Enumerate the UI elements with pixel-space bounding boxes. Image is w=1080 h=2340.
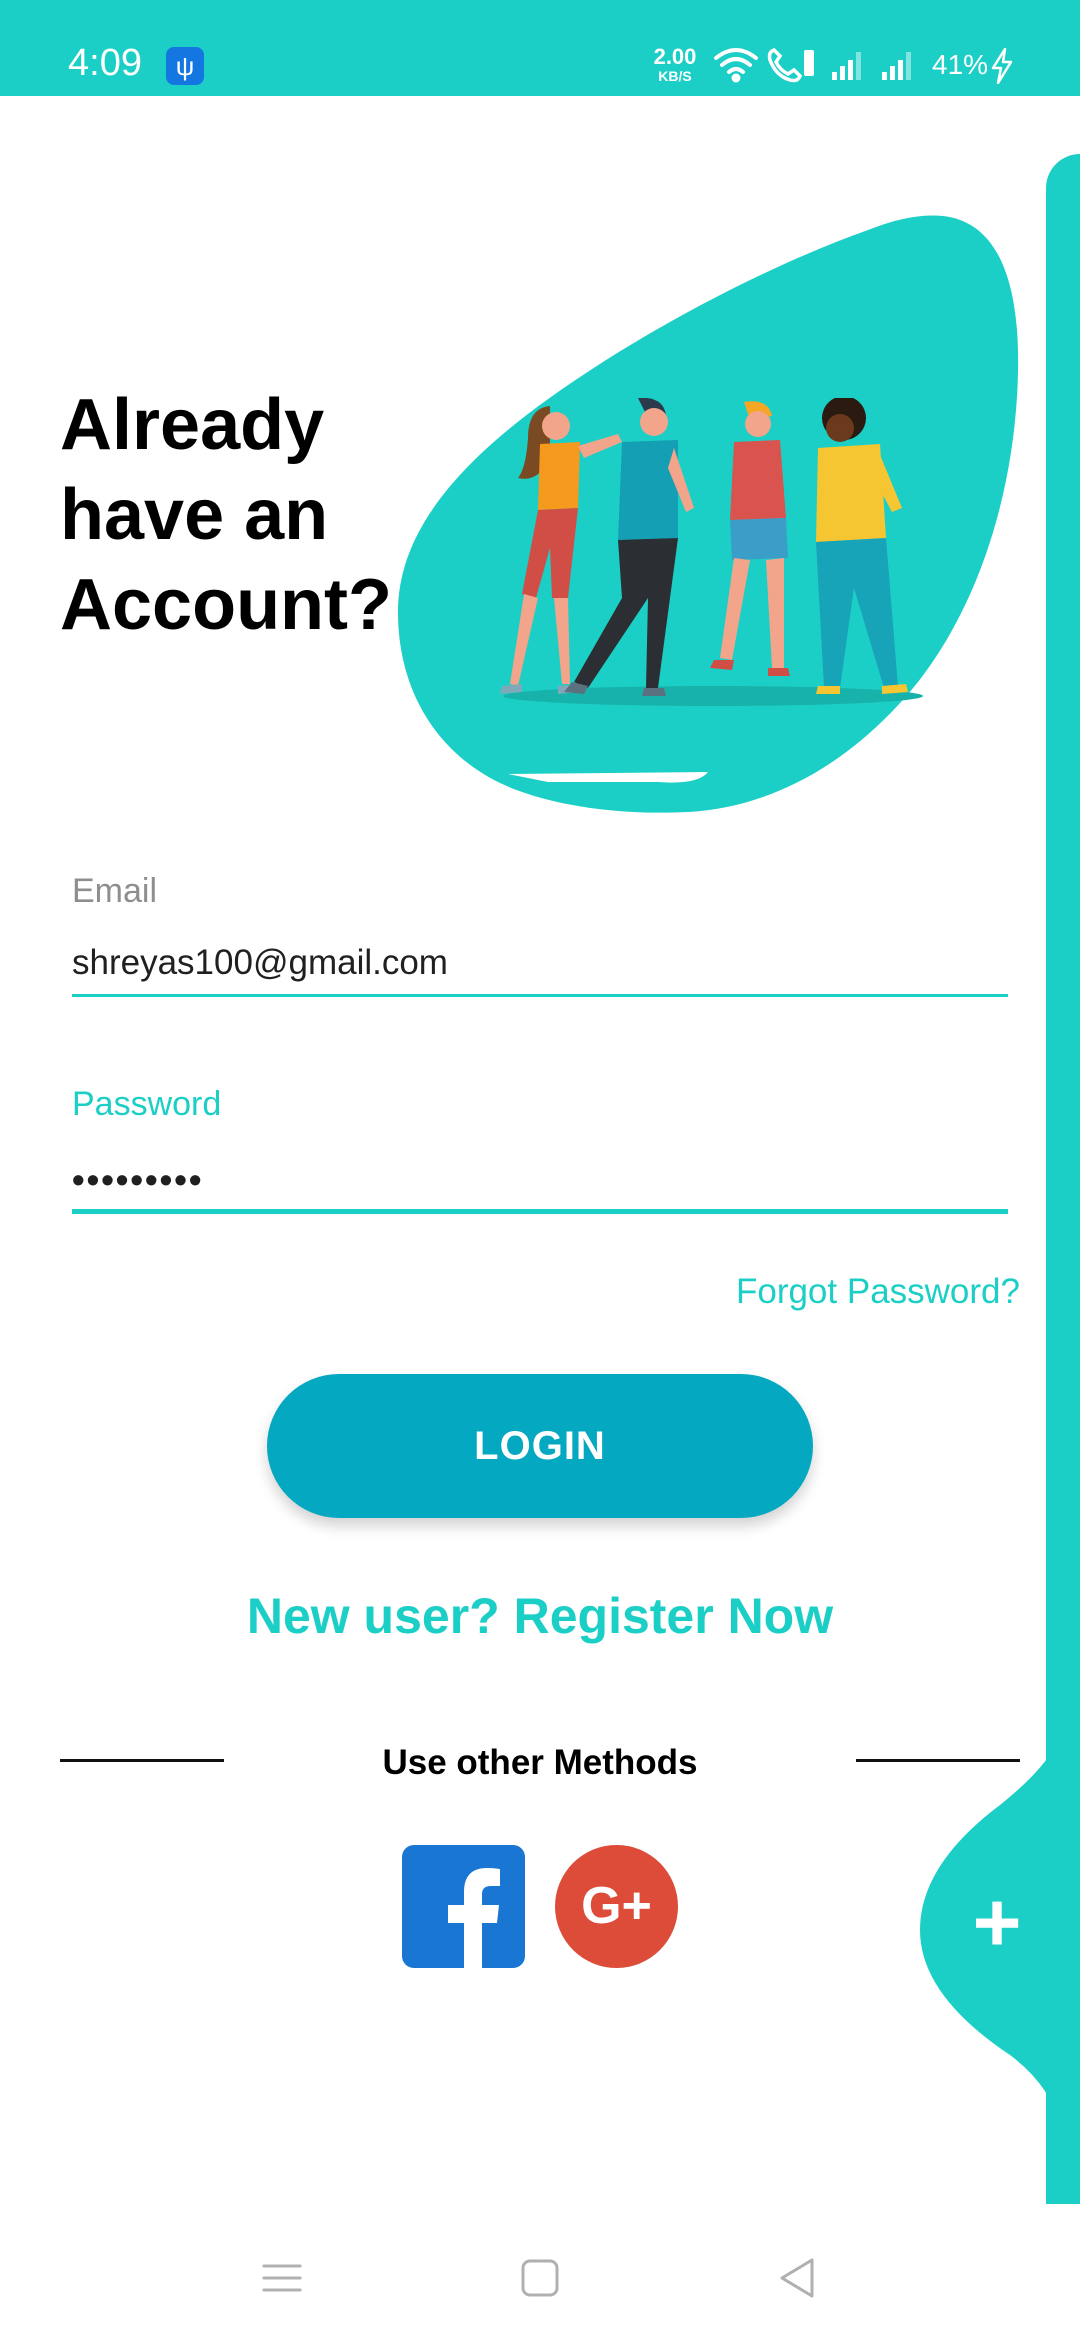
- usb-icon: ψ: [166, 47, 204, 85]
- call-icon: [767, 47, 814, 83]
- charging-icon: [991, 48, 1013, 84]
- person-3: [710, 401, 790, 676]
- person-2: [564, 398, 694, 696]
- divider-right: [856, 1759, 1020, 1762]
- password-label: Password: [72, 1085, 222, 1123]
- facebook-icon: [448, 1868, 500, 1968]
- email-label: Email: [72, 872, 158, 910]
- wifi-icon: [714, 48, 758, 83]
- forgot-password-link[interactable]: Forgot Password?: [736, 1272, 1020, 1312]
- login-button[interactable]: LOGIN: [267, 1374, 813, 1518]
- cell-signal-2-icon: [882, 52, 911, 80]
- password-field[interactable]: •••••••••: [72, 1160, 1002, 1200]
- menu-icon[interactable]: [252, 2248, 312, 2308]
- password-underline: [72, 1209, 1008, 1214]
- network-speed: 2.00 KB/S: [648, 44, 702, 85]
- network-speed-unit: KB/S: [658, 68, 692, 84]
- page-title: Already have an Account?: [60, 385, 392, 645]
- register-link[interactable]: New user? Register Now: [0, 1588, 1080, 1644]
- cell-signal-1-icon: [832, 52, 861, 80]
- signal-icons: [714, 47, 911, 83]
- battery-percentage: 41%: [932, 49, 989, 80]
- email-field[interactable]: shreyas100@gmail.com: [72, 943, 1002, 983]
- network-speed-value: 2.00: [653, 44, 697, 69]
- people-illustration: [500, 398, 923, 706]
- email-underline: [72, 994, 1008, 997]
- facebook-login-button[interactable]: [402, 1845, 525, 1968]
- system-nav-bar: [0, 2204, 1080, 2340]
- other-methods-heading: Use other Methods: [382, 1743, 698, 1782]
- person-4: [816, 398, 908, 694]
- status-bar: 4:09 ψ 2.00 KB/S 41%: [0, 0, 1080, 96]
- add-fab-button[interactable]: +: [960, 1880, 1034, 1964]
- status-time: 4:09: [68, 42, 142, 84]
- home-icon[interactable]: [510, 2248, 570, 2308]
- google-plus-login-button[interactable]: G+: [555, 1845, 678, 1968]
- back-icon[interactable]: [768, 2248, 828, 2308]
